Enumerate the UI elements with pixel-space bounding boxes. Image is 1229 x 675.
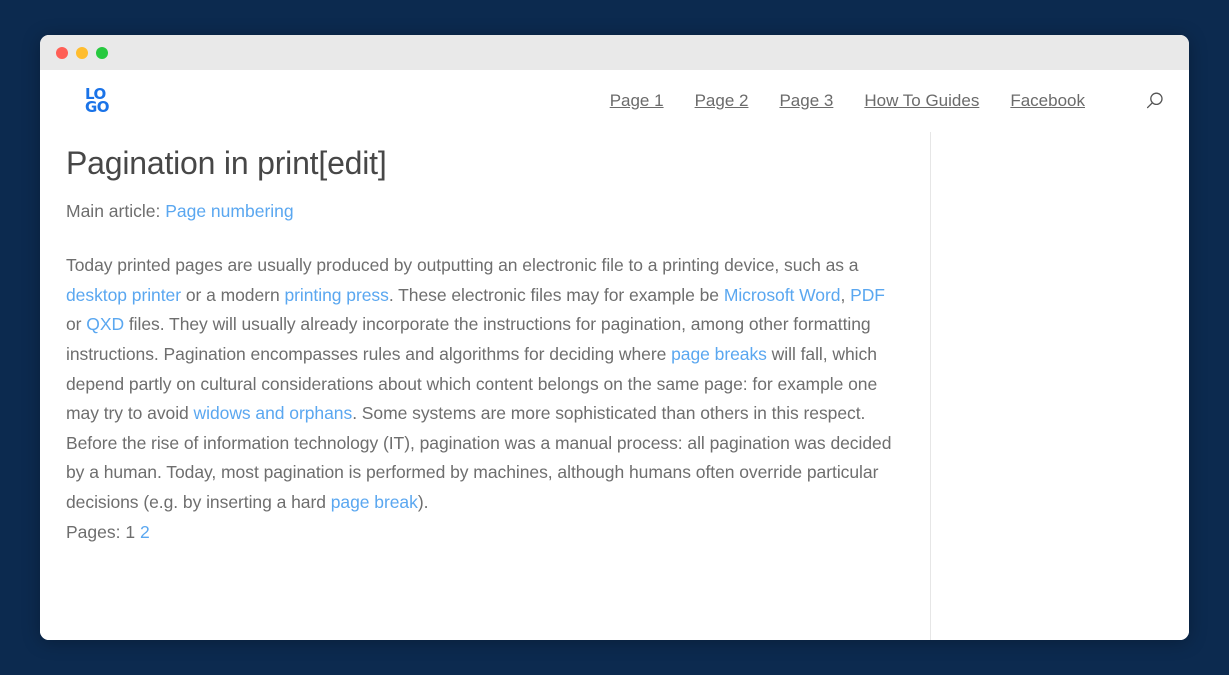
nav-item-page-3[interactable]: Page 3 [779, 91, 833, 111]
link-widows-and-orphans[interactable]: widows and orphans [194, 403, 353, 423]
pagination-page-1-current: 1 [125, 521, 136, 542]
link-printing-press[interactable]: printing press [284, 285, 388, 305]
site-header: LO GO Page 1 Page 2 Page 3 How To Guides… [40, 70, 1189, 132]
body-text-1: Today printed pages are usually produced… [66, 255, 859, 276]
nav-item-page-1[interactable]: Page 1 [610, 91, 664, 111]
logo-line-2: GO [85, 98, 110, 116]
main-article-note: Main article: Page numbering [66, 198, 900, 225]
article-content: shown if not), manual line breaks (which… [66, 70, 900, 547]
search-icon[interactable] [1143, 89, 1167, 113]
nav-item-page-2[interactable]: Page 2 [695, 91, 749, 111]
body-text-9: ). [417, 491, 429, 512]
link-qxd[interactable]: QXD [86, 314, 124, 334]
link-pdf[interactable]: PDF [850, 285, 885, 305]
article-column: shown if not), manual line breaks (which… [40, 70, 931, 640]
body-text-2: or a modern [181, 284, 285, 305]
link-page-breaks[interactable]: page breaks [671, 344, 767, 364]
window-titlebar [40, 35, 1189, 70]
pagination-page-2-link[interactable]: 2 [140, 522, 150, 542]
body-text-4: , [840, 284, 851, 305]
page-viewport: shown if not), manual line breaks (which… [40, 70, 1189, 640]
page-body: shown if not), manual line breaks (which… [40, 70, 1189, 640]
link-page-break[interactable]: page break [331, 492, 418, 512]
main-navigation: Page 1 Page 2 Page 3 How To Guides Faceb… [610, 89, 1167, 113]
minimize-window-button[interactable] [76, 46, 88, 59]
pagination-control: Pages: 1 2 [66, 518, 900, 548]
body-text-5: or [66, 314, 87, 335]
link-desktop-printer[interactable]: desktop printer [66, 285, 181, 305]
maximize-window-button[interactable] [96, 46, 108, 59]
sidebar-column [931, 70, 1189, 640]
link-page-numbering[interactable]: Page numbering [165, 201, 293, 221]
nav-item-how-to-guides[interactable]: How To Guides [864, 91, 979, 111]
body-paragraph: Today printed pages are usually produced… [66, 251, 900, 517]
site-logo[interactable]: LO GO [85, 86, 115, 116]
main-article-label: Main article: [66, 201, 166, 222]
nav-item-facebook[interactable]: Facebook [1010, 91, 1085, 111]
body-text-3: . These electronic files may for example… [388, 284, 724, 305]
pagination-label: Pages: [66, 521, 126, 542]
browser-window: shown if not), manual line breaks (which… [40, 35, 1189, 640]
close-window-button[interactable] [56, 46, 68, 59]
section-heading: Pagination in print[edit] [66, 145, 387, 182]
link-microsoft-word[interactable]: Microsoft Word [724, 285, 841, 305]
